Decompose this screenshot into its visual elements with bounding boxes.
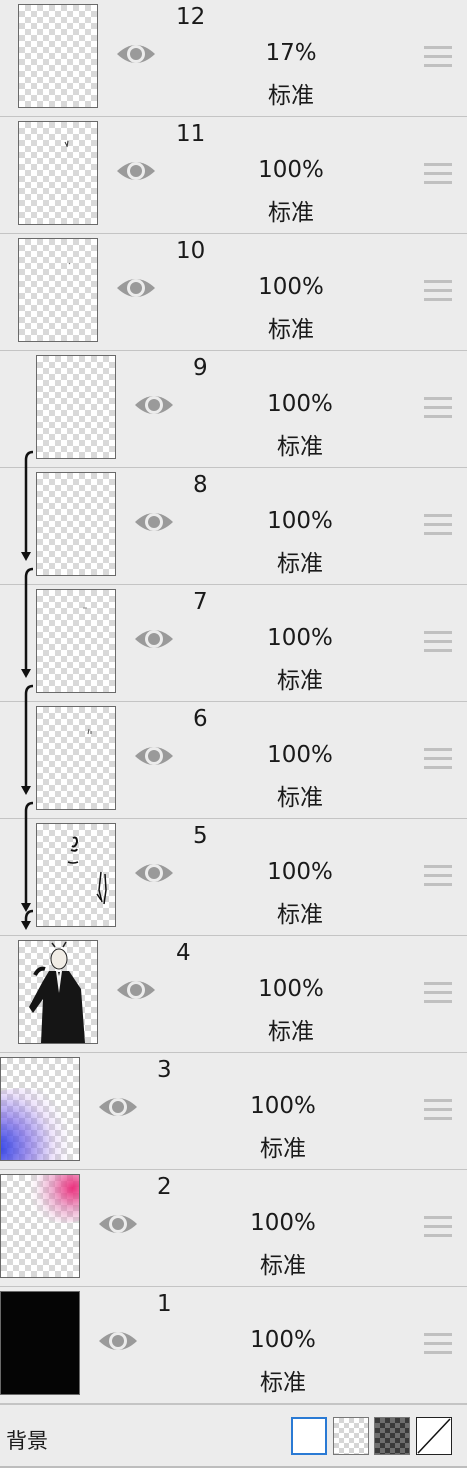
layer-row-8[interactable]: 8 100% 标准 xyxy=(0,468,467,585)
eye-icon[interactable] xyxy=(133,388,175,422)
layer-thumbnail[interactable] xyxy=(36,472,116,576)
layer-opacity: 17% xyxy=(265,40,317,66)
layer-opacity: 100% xyxy=(258,976,324,1002)
layer-row-6[interactable]: 6 100% 标准 xyxy=(0,702,467,819)
eye-icon[interactable] xyxy=(115,154,157,188)
layer-row-4[interactable]: 4 100% 标准 xyxy=(0,936,467,1053)
eye-icon[interactable] xyxy=(133,622,175,656)
layer-blend-mode[interactable]: 标准 xyxy=(223,1129,343,1163)
layer-blend-mode[interactable]: 标准 xyxy=(240,544,360,578)
drag-handle-icon[interactable] xyxy=(424,1333,452,1355)
layer-number: 11 xyxy=(176,121,206,147)
layer-thumbnail[interactable] xyxy=(36,355,116,459)
layer-opacity: 100% xyxy=(267,508,333,534)
layer-opacity: 100% xyxy=(267,625,333,651)
layer-thumbnail[interactable] xyxy=(36,823,116,927)
drag-handle-icon[interactable] xyxy=(424,631,452,653)
layer-opacity: 100% xyxy=(250,1210,316,1236)
eye-icon[interactable] xyxy=(133,856,175,890)
layer-thumbnail[interactable] xyxy=(36,706,116,810)
layer-blend-mode[interactable]: 标准 xyxy=(231,76,351,110)
layer-opacity: 100% xyxy=(267,391,333,417)
layer-blend-mode[interactable]: 标准 xyxy=(240,778,360,812)
layer-blend-mode[interactable]: 标准 xyxy=(240,427,360,461)
layer-row-9[interactable]: 9 100% 标准 xyxy=(0,351,467,468)
drag-handle-icon[interactable] xyxy=(424,1216,452,1238)
layer-thumbnail[interactable] xyxy=(36,589,116,693)
layer-thumbnail[interactable] xyxy=(18,940,98,1044)
eye-icon[interactable] xyxy=(97,1207,139,1241)
eye-icon[interactable] xyxy=(115,271,157,305)
layer-row-10[interactable]: 10 100% 标准 xyxy=(0,234,467,351)
layer-blend-mode[interactable]: 标准 xyxy=(223,1363,343,1397)
background-none-option[interactable] xyxy=(416,1417,452,1455)
layer-number: 3 xyxy=(157,1057,172,1083)
layer-number: 1 xyxy=(157,1291,172,1317)
background-light-checker-option[interactable] xyxy=(333,1417,369,1455)
layer-number: 2 xyxy=(157,1174,172,1200)
no-background-icon xyxy=(417,1418,451,1454)
drag-handle-icon[interactable] xyxy=(424,514,452,536)
layer-number: 5 xyxy=(193,823,208,849)
layer-opacity: 100% xyxy=(258,274,324,300)
layer-thumbnail[interactable] xyxy=(0,1057,80,1161)
drag-handle-icon[interactable] xyxy=(424,1099,452,1121)
layer-number: 7 xyxy=(193,589,208,615)
layer-number: 12 xyxy=(176,4,206,30)
layer-row-7[interactable]: 7 100% 标准 xyxy=(0,585,467,702)
drag-handle-icon[interactable] xyxy=(424,46,452,68)
layer-opacity: 100% xyxy=(267,742,333,768)
eye-icon[interactable] xyxy=(133,739,175,773)
layer-blend-mode[interactable]: 标准 xyxy=(223,1246,343,1280)
layer-row-12[interactable]: 12 17% 标准 xyxy=(0,0,467,117)
drag-handle-icon[interactable] xyxy=(424,280,452,302)
layer-number: 8 xyxy=(193,472,208,498)
layer-opacity: 100% xyxy=(250,1093,316,1119)
layer-blend-mode[interactable]: 标准 xyxy=(231,310,351,344)
layer-opacity: 100% xyxy=(250,1327,316,1353)
layer-thumbnail[interactable] xyxy=(0,1174,80,1278)
eye-icon[interactable] xyxy=(133,505,175,539)
background-label: 背景 xyxy=(6,1429,48,1453)
background-bar: 背景 xyxy=(0,1404,467,1468)
drag-handle-icon[interactable] xyxy=(424,163,452,185)
layer-opacity: 100% xyxy=(267,859,333,885)
layer-row-2[interactable]: 2 100% 标准 xyxy=(0,1170,467,1287)
eye-icon[interactable] xyxy=(115,973,157,1007)
eye-icon[interactable] xyxy=(97,1324,139,1358)
background-dark-checker-option[interactable] xyxy=(374,1417,410,1455)
eye-icon[interactable] xyxy=(115,37,157,71)
layer-blend-mode[interactable]: 标准 xyxy=(231,193,351,227)
background-white-option[interactable] xyxy=(291,1417,327,1455)
layer-row-3[interactable]: 3 100% 标准 xyxy=(0,1053,467,1170)
layer-blend-mode[interactable]: 标准 xyxy=(240,895,360,929)
layer-row-1[interactable]: 1 100% 标准 xyxy=(0,1287,467,1404)
layer-number: 4 xyxy=(176,940,191,966)
drag-handle-icon[interactable] xyxy=(424,982,452,1004)
layer-row-5[interactable]: 5 100% 标准 xyxy=(0,819,467,936)
drag-handle-icon[interactable] xyxy=(424,397,452,419)
layer-blend-mode[interactable]: 标准 xyxy=(240,661,360,695)
drag-handle-icon[interactable] xyxy=(424,865,452,887)
layer-thumbnail[interactable] xyxy=(0,1291,80,1395)
drag-handle-icon[interactable] xyxy=(424,748,452,770)
layer-number: 9 xyxy=(193,355,208,381)
clipping-arrows xyxy=(21,450,34,930)
layer-blend-mode[interactable]: 标准 xyxy=(231,1012,351,1046)
layer-opacity: 100% xyxy=(258,157,324,183)
eye-icon[interactable] xyxy=(97,1090,139,1124)
layer-panel: 12 17% 标准 11 100% 标准 10 100% 标准 9 100% 标… xyxy=(0,0,467,1404)
layer-row-11[interactable]: 11 100% 标准 xyxy=(0,117,467,234)
layer-number: 6 xyxy=(193,706,208,732)
layer-number: 10 xyxy=(176,238,206,264)
